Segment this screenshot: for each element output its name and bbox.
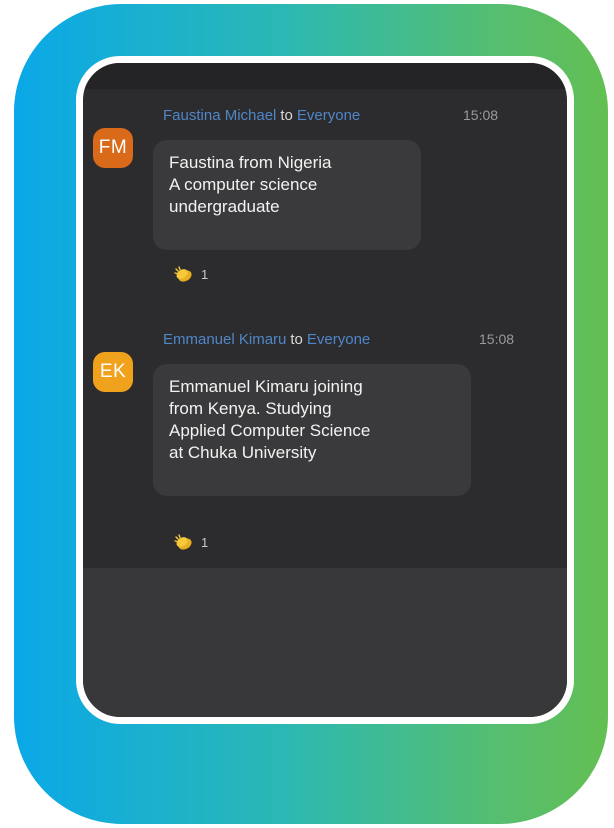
reaction-badge[interactable]: 1 <box>173 265 208 283</box>
message-text-line: Emmanuel Kimaru joining <box>169 377 363 396</box>
reaction-count: 1 <box>201 266 209 282</box>
recipient-name[interactable]: Everyone <box>307 331 370 348</box>
message-text-line: Faustina from Nigeria <box>169 153 332 172</box>
message-bubble[interactable]: Faustina from Nigeria A computer science… <box>153 140 421 250</box>
clapping-hands-icon <box>174 266 192 282</box>
gradient-frame: FM Faustina Michael to Everyone 15:08 Faus… <box>14 4 608 824</box>
avatar[interactable]: FM <box>93 128 133 168</box>
lower-panel <box>83 568 567 717</box>
reaction-badge[interactable]: 1 <box>173 533 208 551</box>
message-header: Faustina Michael to Everyone <box>163 107 360 127</box>
top-strip <box>83 63 567 89</box>
to-label: to <box>280 107 293 124</box>
sender-name[interactable]: Faustina Michael <box>163 107 276 124</box>
reaction-count: 1 <box>201 534 209 550</box>
avatar[interactable]: EK <box>93 352 133 392</box>
message-text-line: undergraduate <box>169 197 280 216</box>
sender-name[interactable]: Emmanuel Kimaru <box>163 331 286 348</box>
chat-screen: FM Faustina Michael to Everyone 15:08 Faus… <box>76 56 574 724</box>
message-time: 15:08 <box>479 331 515 347</box>
message-text-line: A computer science <box>169 175 318 194</box>
to-label: to <box>290 331 303 348</box>
message-text-line: Applied Computer Science <box>169 421 371 440</box>
message-time: 15:08 <box>463 107 499 123</box>
clapping-hands-icon <box>174 534 192 550</box>
message-text-line: at Chuka University <box>169 443 317 462</box>
message-bubble[interactable]: Emmanuel Kimaru joining from Kenya. Stud… <box>153 364 471 496</box>
message-header: Emmanuel Kimaru to Everyone <box>163 331 370 351</box>
recipient-name[interactable]: Everyone <box>297 107 360 124</box>
message-text-line: from Kenya. Studying <box>169 399 332 418</box>
